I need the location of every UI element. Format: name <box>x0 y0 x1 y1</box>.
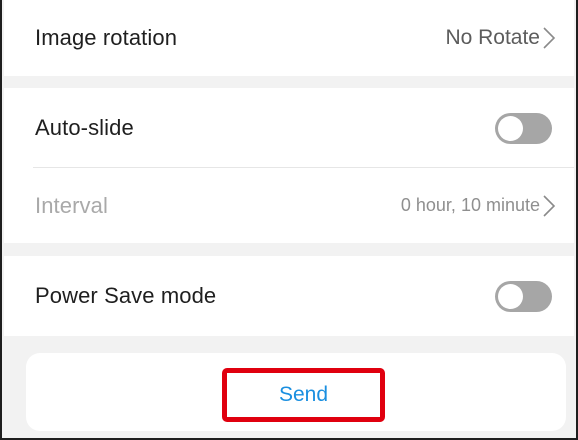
image-rotation-label: Image rotation <box>35 25 178 50</box>
power-save-toggle[interactable] <box>495 280 552 312</box>
send-highlight-box: Send <box>222 368 385 422</box>
image-rotation-row[interactable]: Image rotation No Rotate <box>4 0 574 76</box>
interval-value: 0 hour, 10 minute <box>400 195 540 215</box>
auto-slide-toggle[interactable] <box>495 112 552 144</box>
image-rotation-value-group[interactable]: No Rotate <box>445 26 556 50</box>
auto-slide-label: Auto-slide <box>35 115 134 140</box>
interval-label: Interval <box>35 192 108 218</box>
image-rotation-value: No Rotate <box>445 26 540 49</box>
toggle-knob <box>498 115 523 141</box>
interval-row[interactable]: Interval 0 hour, 10 minute <box>4 168 574 243</box>
send-button[interactable]: Send <box>279 383 328 407</box>
settings-panel: Image rotation No Rotate Auto-slide Inte… <box>0 0 578 440</box>
interval-value-group[interactable]: 0 hour, 10 minute <box>401 194 556 218</box>
power-save-label: Power Save mode <box>35 283 217 308</box>
toggle-knob <box>498 283 523 309</box>
auto-slide-row: Auto-slide <box>4 88 574 168</box>
chevron-right-icon <box>542 26 556 50</box>
chevron-right-icon <box>542 194 556 218</box>
power-save-row: Power Save mode <box>4 256 574 336</box>
